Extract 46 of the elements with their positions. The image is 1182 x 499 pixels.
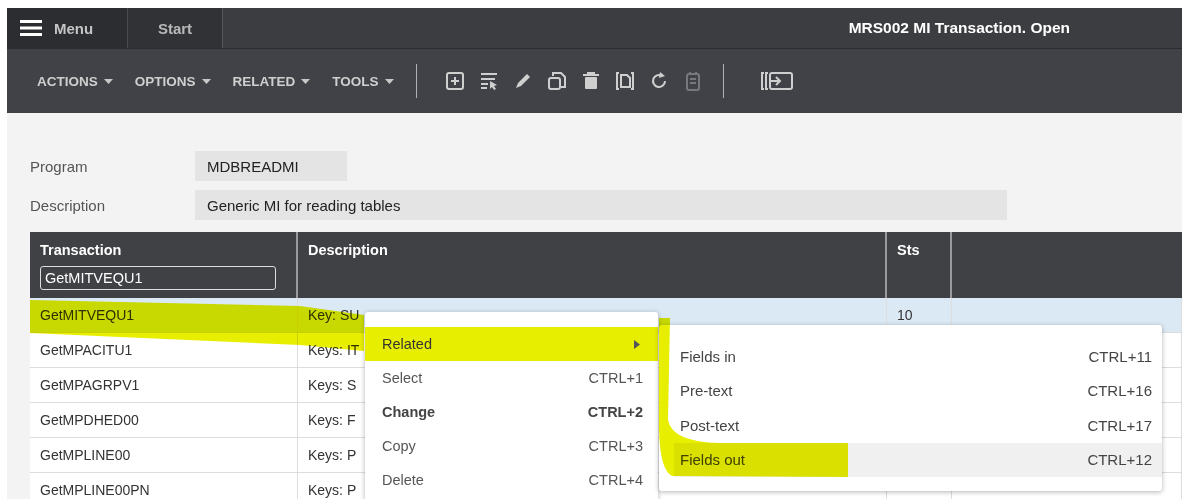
- caret-icon: [384, 78, 394, 84]
- menu-item[interactable]: Related: [365, 327, 658, 361]
- column-header: Transaction: [40, 242, 122, 258]
- menu-item[interactable]: Pre-text CTRL+16: [674, 373, 1162, 408]
- table-cell: GetMPACITU1: [40, 342, 133, 358]
- field-label: Description: [30, 196, 107, 214]
- table-cell: GetMPDHED00: [40, 412, 139, 428]
- menu-item[interactable]: Fields in CTRL+11: [674, 339, 1162, 374]
- menu-item[interactable]: Change CTRL+2: [365, 395, 658, 429]
- table-cell: Keys: P: [308, 447, 357, 463]
- table-cell: GetMPLINE00: [40, 447, 131, 463]
- window-title: MRS002 MI Transaction. Open: [847, 18, 1071, 38]
- table-cell: Keys: F: [308, 412, 356, 428]
- table-cell: GetMPLINE00PN: [40, 482, 150, 498]
- trash-icon[interactable]: [580, 71, 601, 91]
- document-icon[interactable]: [614, 71, 635, 91]
- toolbar-menu[interactable]: OPTIONS: [134, 73, 211, 89]
- toolbar-menu[interactable]: TOOLS: [332, 73, 394, 89]
- menu-item[interactable]: Select CTRL+1: [365, 361, 658, 395]
- column-header: Description: [308, 242, 388, 258]
- toolbar-menu[interactable]: RELATED: [232, 73, 311, 89]
- table-cell: GetMPAGRPV1: [40, 377, 140, 393]
- table-cell: GetMITVEQU1: [40, 307, 135, 323]
- column-header: Sts: [897, 242, 920, 258]
- menu-item[interactable]: Copy CTRL+3: [365, 429, 658, 463]
- text-field[interactable]: MDBREADMI: [195, 151, 347, 181]
- submenu-arrow-icon: [634, 339, 640, 349]
- text-field[interactable]: Generic MI for reading tables: [195, 190, 1007, 220]
- exit-icon[interactable]: [759, 71, 794, 91]
- table-cell: 10: [897, 307, 913, 323]
- caret-icon: [103, 78, 113, 84]
- filter-field[interactable]: GetMITVEQU1: [40, 266, 276, 290]
- plus-square-icon[interactable]: [444, 71, 465, 91]
- menu-item[interactable]: Post-text CTRL+17: [674, 408, 1162, 443]
- start-tab[interactable]: Start: [128, 8, 223, 48]
- toolbar-menu[interactable]: ACTIONS: [37, 73, 113, 89]
- menu-button[interactable]: Menu: [7, 8, 128, 48]
- copy-icon[interactable]: [546, 71, 567, 91]
- caret-icon: [201, 78, 211, 84]
- menu-icon: [20, 20, 42, 36]
- menu-item[interactable]: Delete CTRL+4: [365, 463, 658, 497]
- table-cell: Keys: P: [308, 482, 357, 498]
- field-label: Program: [30, 157, 89, 175]
- caret-icon: [301, 78, 311, 84]
- list-cursor-icon[interactable]: [478, 71, 499, 91]
- table-cell: Keys: S: [308, 377, 357, 393]
